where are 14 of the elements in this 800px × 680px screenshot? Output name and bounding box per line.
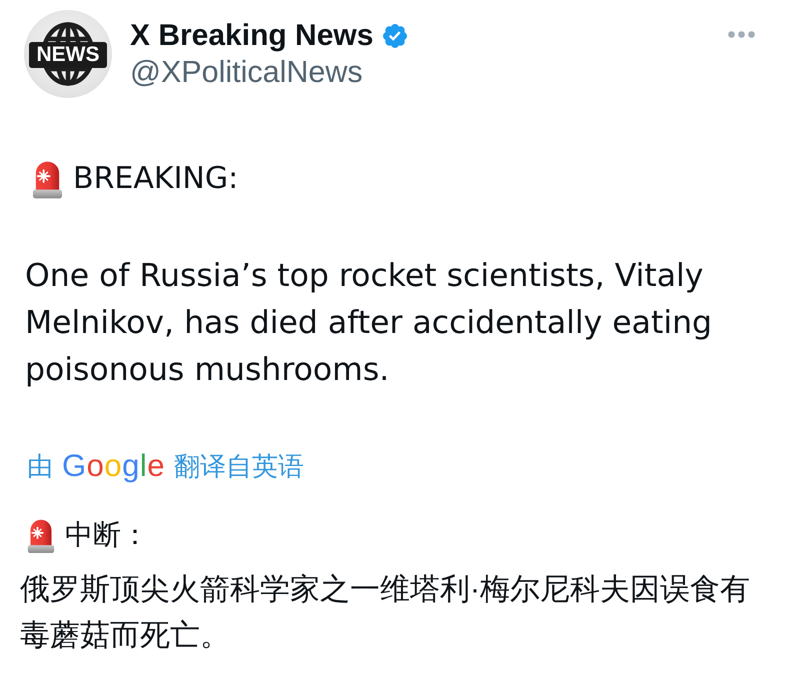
tweet-text: One of Russia’s top rocket scientists, Vitaly Melnikov, has died after accidentally eating poisonous mushrooms. (25, 257, 714, 390)
avatar[interactable]: NEWS (24, 10, 112, 98)
account-handle[interactable]: @XPoliticalNews (130, 54, 408, 90)
google-logo: Google (62, 448, 166, 484)
logo-label: NEWS (29, 42, 107, 68)
siren-icon (32, 158, 63, 198)
siren-icon (27, 518, 55, 552)
translated-heading: 中断： (65, 518, 149, 552)
translation-source: 翻译自英语 (174, 450, 304, 483)
more-icon[interactable] (728, 31, 755, 38)
account-name[interactable]: X Breaking News (130, 18, 374, 54)
tweet-heading: BREAKING: (73, 160, 238, 198)
translation-prefix: 由 (27, 450, 53, 483)
translated-text: 俄罗斯顶尖火箭科学家之一维塔利·梅尔尼科夫因误食有毒蘑菇而死亡。 (20, 572, 751, 654)
